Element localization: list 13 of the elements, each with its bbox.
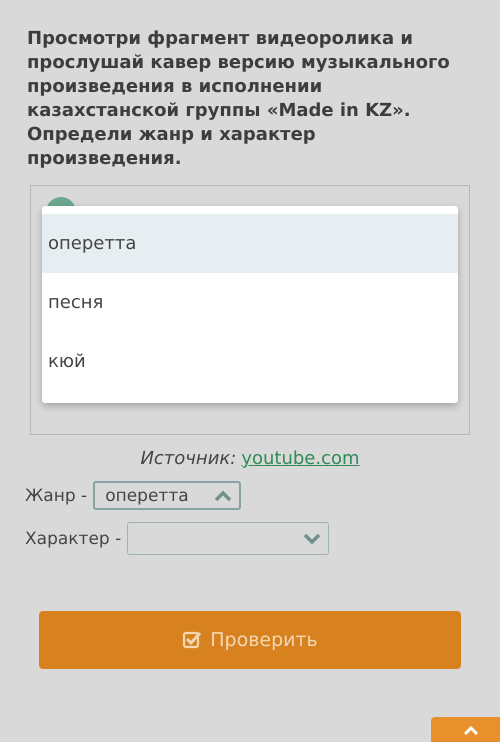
dropdown-option[interactable]: оперетта	[42, 214, 458, 273]
caret-icon	[214, 490, 232, 502]
select-field[interactable]	[127, 522, 330, 555]
field-label: Характер -	[25, 528, 122, 548]
caret-icon	[303, 532, 322, 544]
dropdown-option[interactable]: кюй	[42, 332, 458, 391]
arrow-up-icon	[463, 725, 479, 735]
checkbox-icon	[182, 630, 202, 650]
select-field[interactable]: оперетта	[93, 481, 242, 510]
question-text: Просмотри фрагмент видеоролика и прослушай кавер версию музыкального произведения в исполнении казахстанской группы «Made in KZ». Определи жанр и характер произведения.	[26, 27, 451, 171]
field-label: Жанр -	[25, 486, 88, 506]
source-label: Источник:	[140, 448, 236, 469]
dropdown-option[interactable]: песня	[42, 273, 458, 332]
